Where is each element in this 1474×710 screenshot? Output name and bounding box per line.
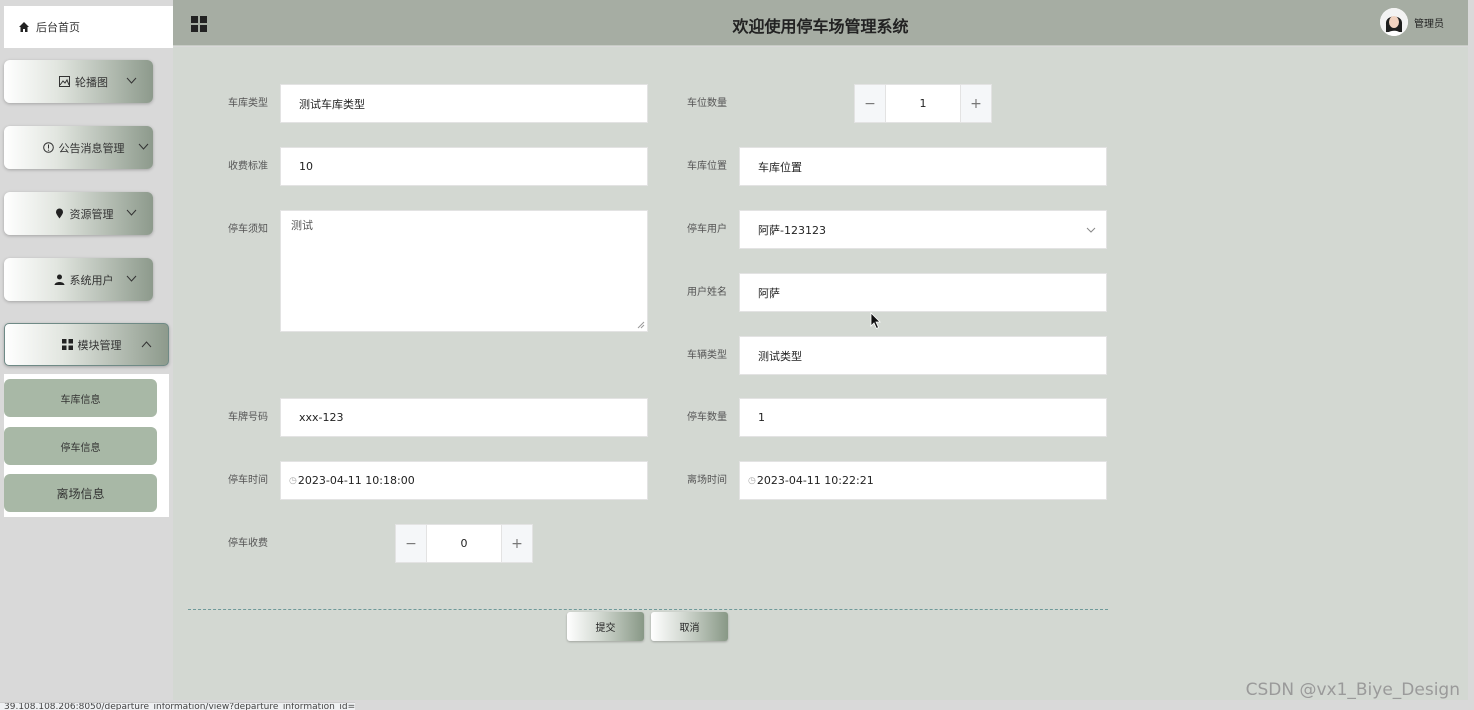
leave-time-input[interactable]: ◷ 2023-04-11 10:22:21: [739, 461, 1107, 500]
clock-icon: ◷: [748, 475, 756, 486]
sidebar: 后台首页 轮播图 公告消息管理 资源管理 系统用户 模块管理 车库信息 停车信息…: [0, 0, 173, 710]
user-menu[interactable]: 管理员: [1380, 8, 1444, 36]
field-value: 10: [299, 160, 313, 173]
chevron-down-icon: [138, 143, 149, 150]
sidebar-menu-system-users[interactable]: 系统用户: [4, 258, 153, 301]
decrement-button[interactable]: −: [855, 85, 886, 122]
field-value: 2023-04-11 10:18:00: [297, 474, 415, 487]
menu-label: 轮播图: [75, 75, 108, 89]
field-value: 阿萨-123123: [758, 223, 826, 237]
location-icon: [55, 208, 63, 219]
user-icon: [54, 274, 64, 285]
stepper-value[interactable]: 1: [886, 85, 960, 122]
parking-notice-textarea[interactable]: 测试: [280, 210, 648, 332]
resize-handle-icon[interactable]: [637, 321, 645, 329]
avatar-image: [1380, 8, 1408, 36]
page-title: 欢迎使用停车场管理系统: [732, 17, 909, 36]
home-label: 后台首页: [36, 21, 80, 34]
top-header: 欢迎使用停车场管理系统 管理员: [173, 0, 1468, 46]
parking-notice-label: 停车须知: [228, 224, 268, 235]
field-value: 1: [758, 411, 765, 424]
menu-label: 资源管理: [69, 207, 114, 221]
garage-type-input[interactable]: 测试车库类型: [280, 84, 648, 123]
field-value: 阿萨: [758, 286, 780, 300]
user-name-input[interactable]: 阿萨: [739, 273, 1107, 312]
sidebar-menu-carousel[interactable]: 轮播图: [4, 60, 153, 103]
user-name-label: 用户姓名: [687, 287, 727, 298]
menu-label: 公告消息管理: [58, 141, 125, 155]
garage-location-input[interactable]: 车库位置: [739, 147, 1107, 186]
garage-location-label: 车库位置: [687, 161, 727, 172]
field-value: xxx-123: [299, 411, 344, 424]
submenu-label: 车库信息: [60, 394, 101, 406]
sidebar-submenu: 车库信息 停车信息 离场信息: [4, 374, 169, 517]
parking-fee-label: 停车收费: [228, 538, 268, 549]
stepper-value[interactable]: 0: [427, 525, 501, 562]
home-icon: [19, 22, 29, 32]
space-count-stepper[interactable]: − 1 +: [854, 84, 992, 123]
info-icon: [42, 142, 54, 153]
watermark: CSDN @vx1_Biye_Design: [1245, 680, 1460, 700]
browser-status-url: 39.108.108.206:8050/departure_informatio…: [0, 702, 355, 710]
plate-number-label: 车牌号码: [228, 412, 268, 423]
submenu-item-parking-info[interactable]: 停车信息: [4, 427, 157, 465]
parking-count-label: 停车数量: [687, 412, 727, 423]
menu-label: 系统用户: [69, 273, 114, 287]
fee-standard-input[interactable]: 10: [280, 147, 648, 186]
grid-icon: [61, 339, 73, 350]
increment-button[interactable]: +: [501, 525, 532, 562]
user-label: 管理员: [1414, 18, 1444, 30]
main-content: 车库类型 测试车库类型 车位数量 − 1 + 收费标准 10 车库位置 车库位置…: [173, 47, 1468, 700]
submenu-label: 离场信息: [56, 486, 105, 501]
mouse-cursor-icon: [870, 312, 881, 330]
field-value: 测试: [291, 219, 313, 232]
plate-number-input[interactable]: xxx-123: [280, 398, 648, 437]
image-icon: [59, 76, 70, 87]
field-value: 测试类型: [758, 349, 802, 363]
chevron-down-icon: [1086, 227, 1096, 233]
parking-user-label: 停车用户: [687, 224, 727, 235]
submenu-item-departure-info[interactable]: 离场信息: [4, 474, 157, 512]
parking-user-select[interactable]: 阿萨-123123: [739, 210, 1107, 249]
parking-time-input[interactable]: ◷ 2023-04-11 10:18:00: [280, 461, 648, 500]
chevron-down-icon: [126, 209, 137, 216]
vehicle-type-input[interactable]: 测试类型: [739, 336, 1107, 375]
submit-button[interactable]: 提交: [567, 612, 644, 641]
chevron-down-icon: [126, 77, 137, 84]
form-divider: [188, 609, 1108, 610]
field-value: 2023-04-11 10:22:21: [756, 474, 874, 487]
menu-label: 模块管理: [77, 338, 122, 352]
garage-type-label: 车库类型: [228, 98, 268, 109]
parking-time-label: 停车时间: [228, 475, 268, 486]
field-value: 车库位置: [758, 160, 802, 174]
cancel-button[interactable]: 取消: [651, 612, 728, 641]
parking-count-input[interactable]: 1: [739, 398, 1107, 437]
sidebar-menu-modules[interactable]: 模块管理: [4, 323, 169, 366]
sidebar-menu-notices[interactable]: 公告消息管理: [4, 126, 153, 169]
parking-fee-stepper[interactable]: − 0 +: [395, 524, 533, 563]
fee-standard-label: 收费标准: [228, 161, 268, 172]
vehicle-type-label: 车辆类型: [687, 350, 727, 361]
field-value: 测试车库类型: [299, 97, 365, 111]
decrement-button[interactable]: −: [396, 525, 427, 562]
chevron-up-icon: [141, 341, 152, 348]
chevron-down-icon: [126, 275, 137, 282]
leave-time-label: 离场时间: [687, 475, 727, 486]
space-count-label: 车位数量: [687, 98, 727, 109]
increment-button[interactable]: +: [960, 85, 991, 122]
sidebar-home-link[interactable]: 后台首页: [4, 6, 173, 48]
clock-icon: ◷: [289, 475, 297, 486]
sidebar-menu-resources[interactable]: 资源管理: [4, 192, 153, 235]
submenu-label: 停车信息: [60, 442, 101, 454]
submenu-item-garage-info[interactable]: 车库信息: [4, 379, 157, 417]
avatar: [1380, 8, 1408, 36]
